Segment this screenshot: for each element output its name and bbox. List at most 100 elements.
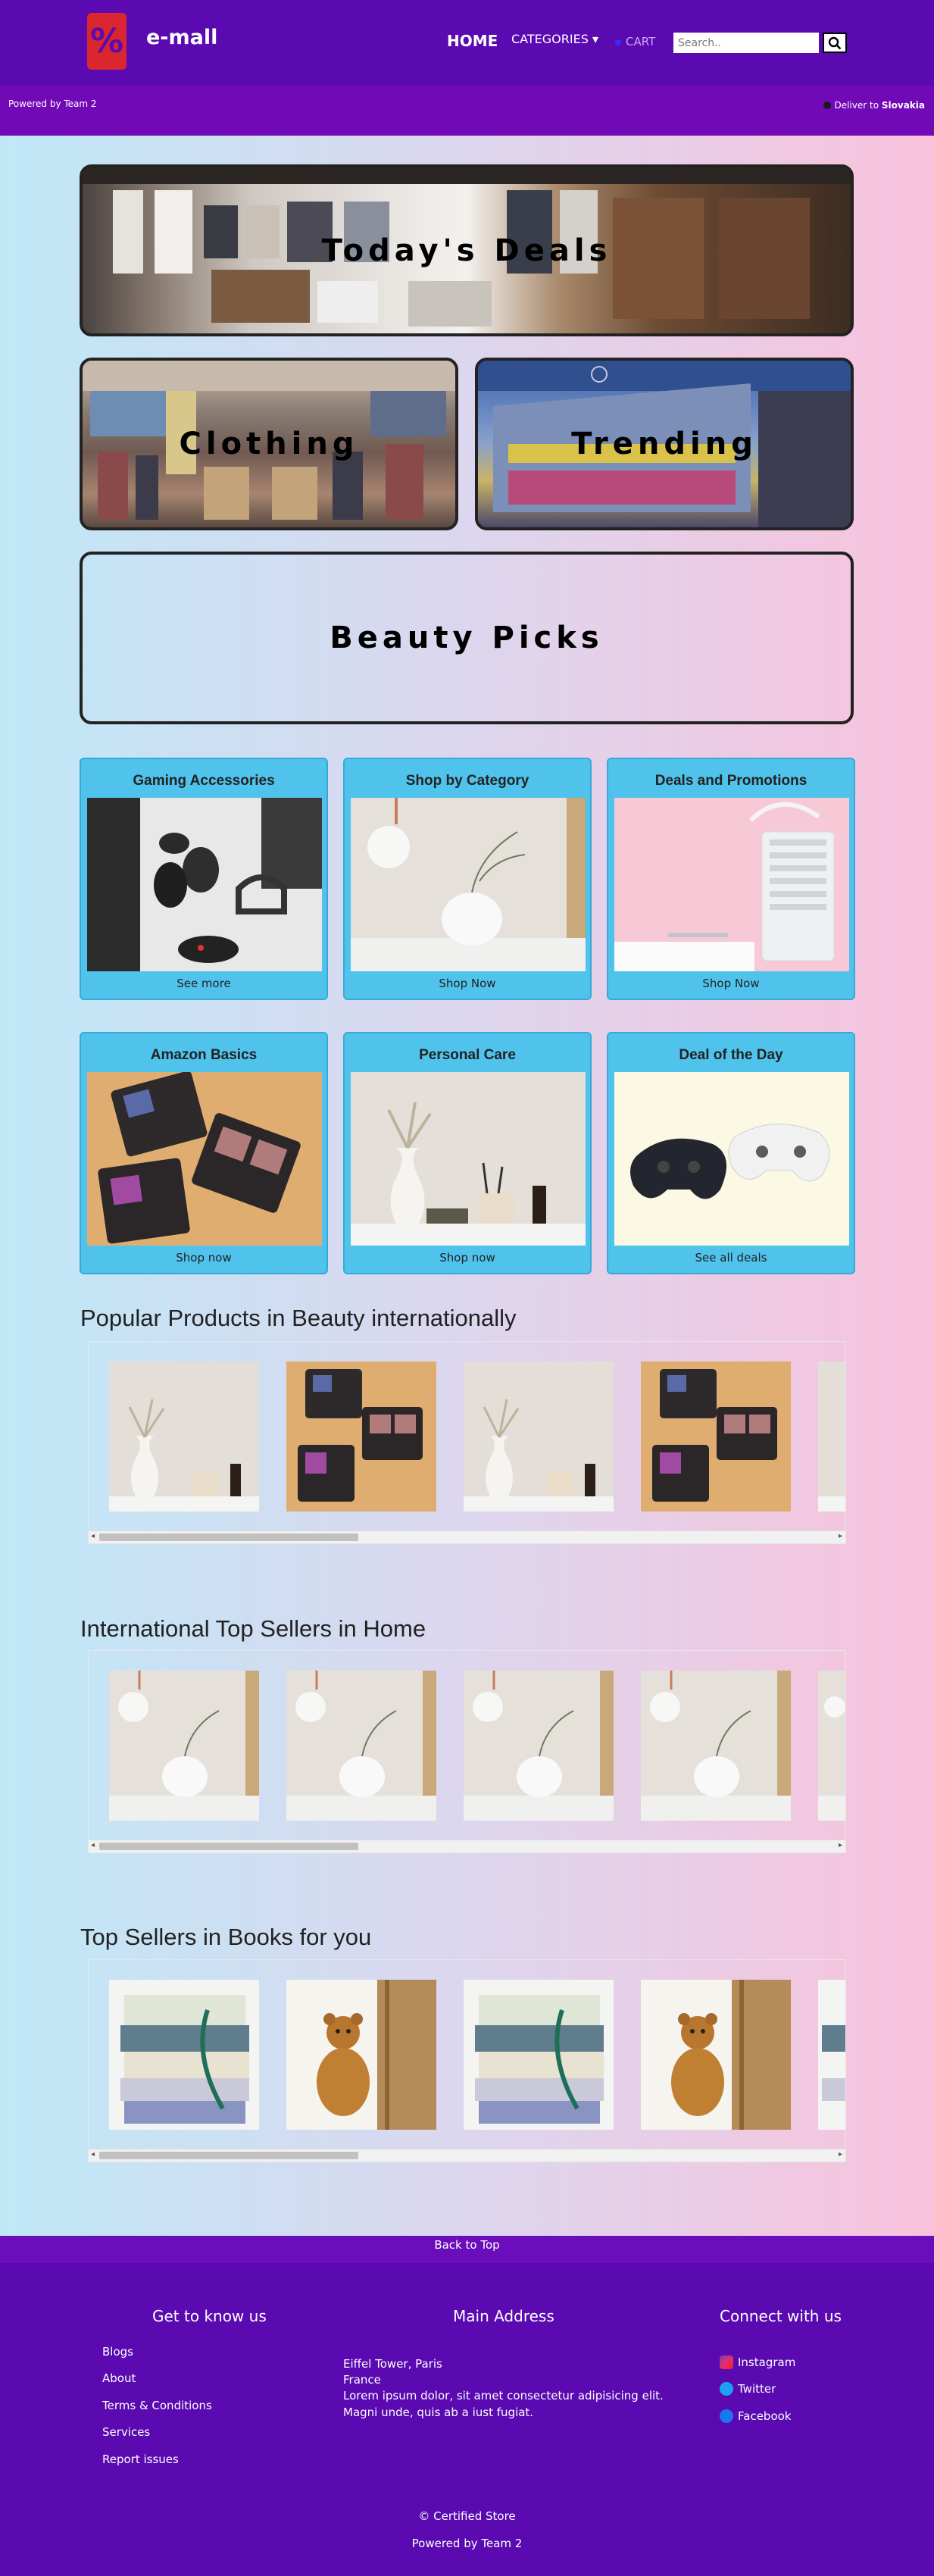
eyeshadow-palette-image [87,1072,322,1246]
product-thumb[interactable] [464,1980,614,2130]
location-pin-icon [823,102,832,109]
trending-banner[interactable]: Trending [475,358,854,530]
social-label: Twitter [738,2382,776,2396]
product-thumb[interactable] [109,1361,259,1512]
address-line: Eiffel Tower, Paris [343,2357,442,2371]
product-thumb[interactable] [641,1671,791,1821]
cart-icon [615,39,621,45]
card-link[interactable]: Shop now [81,1251,326,1265]
card-title: Amazon Basics [150,1047,258,1063]
nav-categories-dropdown[interactable]: CATEGORIES ▾ [511,32,598,46]
card-gaming-accessories[interactable]: Gaming Accessories See more [80,758,328,1000]
search-input[interactable] [673,33,819,53]
clothing-title: Clothing [179,427,359,461]
powered-by-text: Powered by Team 2 [8,98,97,109]
social-twitter[interactable]: Twitter [720,2382,776,2396]
product-thumb[interactable] [286,1980,436,2130]
product-thumb[interactable] [818,1671,845,1821]
section-title-books: Top Sellers in Books for you [80,1924,372,1950]
clothing-banner[interactable]: Clothing [80,358,458,530]
todays-deals-banner[interactable]: Today's Deals [80,164,854,336]
deliver-to[interactable]: Deliver to Slovakia [823,100,925,111]
carousel-scrollbar[interactable]: ◂ ▸ [89,1530,845,1543]
card-link[interactable]: See more [81,977,326,990]
card-amazon-basics[interactable]: Amazon Basics Shop now [80,1032,328,1274]
cart-link[interactable]: CART [615,35,655,48]
trending-title: Trending [571,427,758,461]
nav-home-link[interactable]: HOME [447,32,498,50]
product-thumb[interactable] [464,1671,614,1821]
product-thumb[interactable] [464,1361,614,1512]
brand-name[interactable]: e-mall [146,26,217,49]
footer-link-report[interactable]: Report issues [102,2453,179,2466]
scroll-thumb[interactable] [99,2152,358,2159]
card-shop-by-category[interactable]: Shop by Category Shop Now [343,758,592,1000]
scroll-left-icon[interactable]: ◂ [91,2150,95,2159]
search-button[interactable] [823,33,847,53]
card-personal-care[interactable]: Personal Care Shop now [343,1032,592,1274]
back-to-top-button[interactable]: Back to Top [0,2236,934,2263]
twitter-icon [720,2382,733,2396]
address-line: Lorem ipsum dolor, sit amet consectetur … [343,2389,664,2402]
social-facebook[interactable]: Facebook [720,2409,791,2423]
card-deal-of-the-day[interactable]: Deal of the Day See all deals [607,1032,855,1274]
scroll-right-icon[interactable]: ▸ [839,2150,842,2159]
carousel-scrollbar[interactable]: ◂ ▸ [89,1840,845,1852]
card-title: Personal Care [419,1047,516,1063]
card-title: Deal of the Day [679,1047,783,1063]
product-thumb[interactable] [818,1361,845,1512]
scroll-right-icon[interactable]: ▸ [839,1532,842,1540]
deliver-label: Deliver to [834,100,879,111]
product-thumb[interactable] [286,1671,436,1821]
instagram-icon [720,2356,733,2369]
product-thumb[interactable] [109,1980,259,2130]
scroll-thumb[interactable] [99,1533,358,1541]
footer-link-services[interactable]: Services [102,2425,150,2439]
product-thumb[interactable] [286,1361,436,1512]
footer-col1-title: Get to know us [152,2307,267,2325]
scroll-right-icon[interactable]: ▸ [839,1841,842,1849]
beauty-picks-title: Beauty Picks [330,621,604,655]
card-title: Gaming Accessories [133,773,275,789]
product-thumb[interactable] [109,1671,259,1821]
footer-link-blogs[interactable]: Blogs [102,2345,133,2359]
copyright: © Certified Store [418,2509,516,2523]
address-line: Magni unde, quis ab a iust fugiat. [343,2406,534,2419]
section-title-home: International Top Sellers in Home [80,1615,426,1642]
social-label: Facebook [738,2409,792,2423]
address-line: France [343,2373,381,2387]
beauty-picks-banner[interactable]: Beauty Picks [80,552,854,724]
gamepads-image [614,1072,849,1246]
carousel-scrollbar[interactable]: ◂ ▸ [89,2149,845,2162]
section-title-beauty: Popular Products in Beauty international… [80,1305,517,1331]
social-label: Instagram [738,2356,796,2369]
scroll-left-icon[interactable]: ◂ [91,1532,95,1540]
deliver-country: Slovakia [881,100,925,111]
card-deals-promotions[interactable]: Deals and Promotions Shop Now [607,758,855,1000]
carousel-beauty[interactable]: ◂ ▸ [88,1341,846,1544]
cart-label: CART [626,35,656,48]
facebook-icon [720,2409,733,2423]
todays-deals-title: Today's Deals [321,233,612,268]
footer-link-terms[interactable]: Terms & Conditions [102,2399,212,2412]
card-link[interactable]: Shop Now [345,977,590,990]
scroll-thumb[interactable] [99,1843,358,1850]
search-icon [828,36,842,49]
card-link[interactable]: See all deals [608,1251,854,1265]
card-title: Deals and Promotions [654,773,807,789]
card-link[interactable]: Shop Now [608,977,854,990]
vase-decor-image [351,798,586,971]
scroll-left-icon[interactable]: ◂ [91,1841,95,1849]
carousel-books[interactable]: ◂ ▸ [88,1959,846,2162]
footer-link-about[interactable]: About [102,2371,136,2385]
product-thumb[interactable] [818,1980,845,2130]
product-thumb[interactable] [641,1980,791,2130]
social-instagram[interactable]: Instagram [720,2356,795,2369]
carousel-home[interactable]: ◂ ▸ [88,1650,846,1853]
gaming-accessories-image [87,798,322,971]
card-link[interactable]: Shop now [345,1251,590,1265]
product-thumb[interactable] [641,1361,791,1512]
personal-care-image [351,1072,586,1246]
logo-icon[interactable]: % [87,13,127,70]
footer: Get to know us Blogs About Terms & Condi… [0,2263,934,2576]
